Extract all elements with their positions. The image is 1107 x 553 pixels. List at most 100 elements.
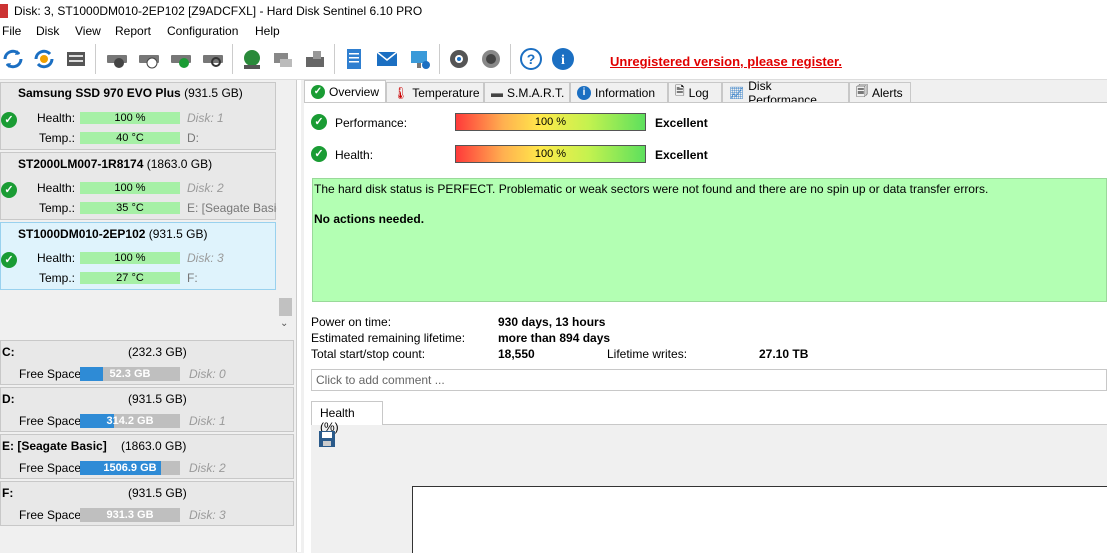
tab-overview[interactable]: ✓ Overview (304, 80, 386, 103)
toolbar-separator (95, 44, 96, 74)
refresh-all-icon[interactable] (31, 46, 57, 72)
volume-letter: E: [Seagate Basic] (2, 439, 107, 453)
window-title: Disk: 3, ST1000DM010-2EP102 [Z9ADCFXL] -… (14, 4, 423, 18)
drive-letter: F: (187, 271, 198, 285)
performance-meter: 100 % (455, 113, 646, 131)
web-update-icon[interactable] (239, 46, 265, 72)
disk-list-icon[interactable] (63, 46, 89, 72)
power-on-value: 930 days, 13 hours (498, 315, 606, 329)
free-space-fill (80, 367, 103, 381)
settings-icon[interactable] (446, 46, 472, 72)
free-space-value: 52.3 GB (109, 368, 151, 380)
pane-splitter[interactable] (296, 80, 301, 552)
disk-list-scrollbar[interactable] (277, 80, 294, 334)
disk-name: ST1000DM010-2EP102 (931.5 GB) (18, 227, 208, 241)
sound-icon[interactable] (478, 46, 504, 72)
temp-bar: 27 °C (80, 272, 180, 284)
free-space-bar: 1506.9 GB (80, 461, 180, 475)
disk-ok-icon[interactable] (168, 46, 194, 72)
register-link[interactable]: Unregistered version, please register. (610, 54, 842, 69)
lifetime-value: more than 894 days (498, 331, 611, 345)
menu-configuration[interactable]: Configuration (167, 24, 238, 38)
menu-disk[interactable]: Disk (36, 24, 59, 38)
menu-help[interactable]: Help (255, 24, 280, 38)
disk-number: Disk: 1 (187, 111, 224, 125)
smart-icon: ▬ (491, 85, 503, 100)
drive-tools-icon[interactable] (302, 46, 328, 72)
health-ok-icon: ✓ (311, 146, 327, 162)
tab-label: Temperature (412, 85, 480, 100)
network-icon[interactable] (270, 46, 296, 72)
temp-value: 27 °C (80, 272, 180, 284)
free-space-value: 1506.9 GB (103, 462, 157, 474)
free-space-bar: 931.3 GB (80, 508, 180, 522)
email-icon[interactable] (374, 46, 400, 72)
report-icon[interactable] (341, 46, 367, 72)
comment-field[interactable]: Click to add comment ... (311, 369, 1107, 391)
toolbar-separator (439, 44, 440, 74)
tab-health-chart[interactable]: Health (%) (311, 401, 383, 434)
health-bar: 100 % (80, 112, 180, 124)
tab-label: Alerts (872, 85, 903, 100)
volume-size: (232.3 GB) (128, 345, 187, 359)
menu-file[interactable]: File (2, 24, 21, 38)
disk-test-icon[interactable] (104, 46, 130, 72)
health-bar: 100 % (80, 252, 180, 264)
chevron-down-icon[interactable]: ⌄ (280, 318, 288, 329)
tab-log[interactable]: 🗎 Log (668, 82, 722, 102)
status-action: No actions needed. (314, 212, 425, 226)
tab-alerts[interactable]: 🗐 Alerts (849, 82, 911, 102)
tab-label: S.M.A.R.T. (507, 85, 565, 100)
tab-label: Overview (328, 85, 379, 99)
disk-number: Disk: 3 (189, 508, 226, 522)
tab-smart[interactable]: ▬ S.M.A.R.T. (484, 82, 570, 102)
info-icon: i (577, 85, 591, 100)
scrollbar-thumb[interactable] (279, 298, 292, 316)
free-space-bar: 314.2 GB (80, 414, 180, 428)
tab-temperature[interactable]: 🌡︎ Temperature (386, 82, 484, 102)
alert-icon[interactable] (407, 46, 433, 72)
free-space-value: 931.3 GB (106, 509, 154, 521)
temp-label: Temp.: (39, 201, 76, 215)
performance-ok-icon: ✓ (311, 114, 327, 130)
health-label: Health: (37, 251, 76, 265)
status-message-box (312, 178, 1107, 302)
tab-label: Log (688, 85, 709, 100)
alerts-icon: 🗐 (856, 84, 868, 98)
volume-size: (931.5 GB) (128, 392, 187, 406)
volume-letter: D: (2, 392, 15, 406)
disk-name: ST2000LM007-1R8174 (1863.0 GB) (18, 157, 213, 171)
thermometer-icon: 🌡︎ (393, 85, 409, 100)
status-ok-icon: ✓ (1, 252, 17, 268)
tab-information[interactable]: i Information (570, 82, 668, 102)
volume-letter: F: (2, 486, 14, 500)
info-icon[interactable]: i (550, 46, 576, 72)
free-space-bar: 52.3 GB (80, 367, 180, 381)
help-icon[interactable]: ? (518, 46, 544, 72)
status-text: The hard disk status is PERFECT. Problem… (314, 182, 989, 196)
disk-number: Disk: 2 (189, 461, 226, 475)
disk-number: Disk: 1 (189, 414, 226, 428)
toolbar-separator (232, 44, 233, 74)
toolbar-separator (334, 44, 335, 74)
disk-name: Samsung SSD 970 EVO Plus (931.5 GB) (18, 86, 243, 100)
temp-bar: 35 °C (80, 202, 180, 214)
save-icon[interactable] (318, 430, 336, 448)
menu-report[interactable]: Report (115, 24, 151, 38)
tab-disk-performance[interactable]: 📈︎ Disk Performance (722, 79, 849, 107)
performance-chart-icon: 📈︎ (729, 85, 745, 100)
disk-number: Disk: 2 (187, 181, 224, 195)
volume-size: (931.5 GB) (128, 486, 187, 500)
disk-schedule-icon[interactable] (136, 46, 162, 72)
temp-value: 40 °C (80, 132, 180, 144)
refresh-icon[interactable] (0, 46, 26, 72)
health-label: Health: (37, 111, 76, 125)
free-space-label: Free Space (19, 367, 82, 381)
health-meter: 100 % (455, 145, 646, 163)
disk-search-icon[interactable] (200, 46, 226, 72)
menu-view[interactable]: View (75, 24, 101, 38)
performance-status: Excellent (655, 116, 708, 130)
volume-letter: C: (2, 345, 15, 359)
free-space-label: Free Space (19, 461, 82, 475)
document-icon: 🗎 (675, 84, 685, 98)
